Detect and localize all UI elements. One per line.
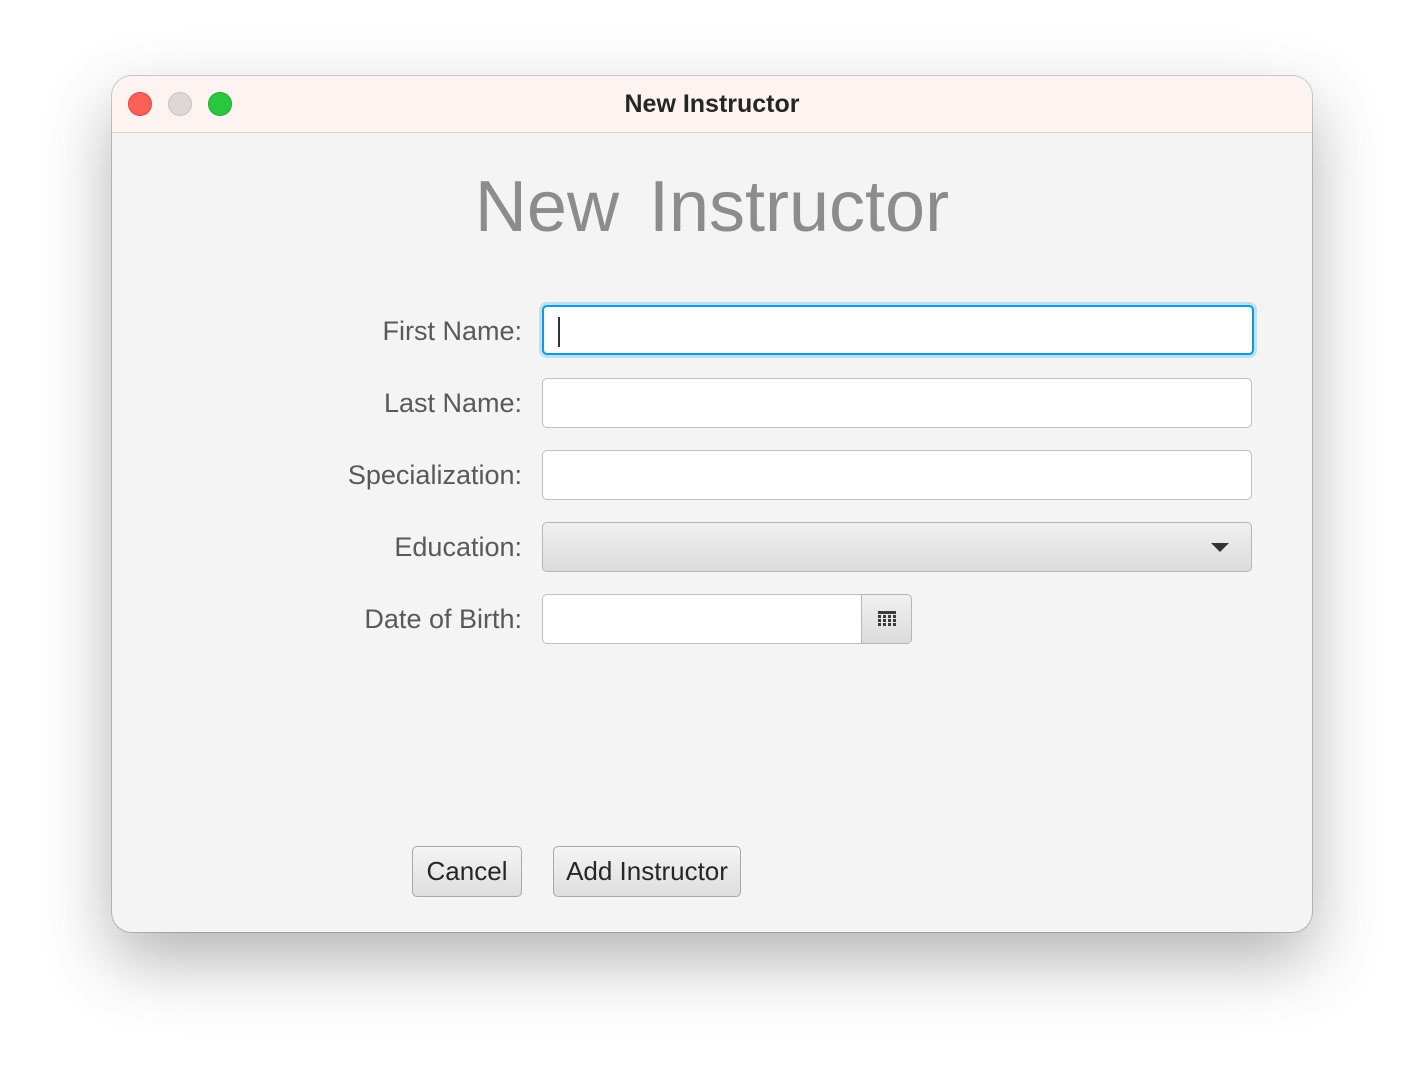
last-name-field[interactable]	[542, 378, 1252, 428]
cancel-button[interactable]: Cancel	[412, 846, 522, 897]
text-caret	[558, 317, 560, 347]
window-title: New Instructor	[624, 90, 800, 118]
date-of-birth-field[interactable]	[542, 594, 861, 644]
specialization-label: Specialization:	[347, 460, 522, 490]
education-label: Education:	[394, 532, 522, 562]
date-picker-button[interactable]	[861, 594, 912, 644]
add-instructor-button[interactable]: Add Instructor	[553, 846, 741, 897]
education-dropdown[interactable]	[542, 522, 1252, 572]
chevron-down-icon	[1211, 543, 1229, 552]
specialization-field[interactable]	[542, 450, 1252, 500]
date-of-birth-label: Date of Birth:	[364, 604, 522, 634]
title-bar[interactable]: New Instructor	[112, 76, 1312, 133]
page-title: New Instructor	[474, 167, 950, 247]
last-name-label: Last Name:	[383, 388, 522, 418]
first-name-label: First Name:	[382, 316, 522, 346]
calendar-icon	[878, 611, 896, 626]
dialog-window: New Instructor New Instructor First Name…	[112, 76, 1312, 932]
first-name-field[interactable]	[542, 305, 1254, 355]
